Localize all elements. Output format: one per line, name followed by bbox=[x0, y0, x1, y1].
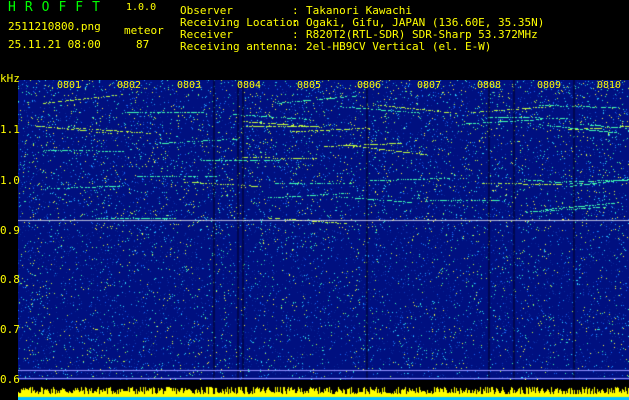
x-tick-label: 0801 bbox=[57, 80, 82, 91]
x-tick-label: 0809 bbox=[537, 80, 562, 91]
y-tick-label: 1.1 bbox=[0, 123, 20, 136]
meteor-label: meteor bbox=[124, 24, 164, 37]
y-axis-unit: kHz bbox=[0, 72, 20, 85]
y-tick-label: 0.7 bbox=[0, 323, 20, 336]
antenna-key: Receiving antenna bbox=[180, 40, 293, 53]
x-tick-label: 0806 bbox=[357, 80, 382, 91]
x-tick-label: 0802 bbox=[117, 80, 142, 91]
spectrogram bbox=[18, 80, 629, 380]
file-name: 2511210800.png bbox=[8, 20, 101, 33]
y-tick-label: 0.8 bbox=[0, 273, 20, 286]
spectrogram-canvas bbox=[18, 80, 629, 380]
x-tick-label: 0807 bbox=[417, 80, 442, 91]
colon: : bbox=[292, 40, 299, 53]
y-tick-label: 0.9 bbox=[0, 224, 20, 237]
y-tick-label: 0.6 bbox=[0, 373, 20, 386]
y-tick-label: 1.0 bbox=[0, 174, 20, 187]
meteor-count: 87 bbox=[136, 38, 150, 51]
x-tick-label: 0803 bbox=[177, 80, 202, 91]
app-title: HROFFT bbox=[8, 0, 109, 15]
x-tick-label: 0808 bbox=[477, 80, 502, 91]
app-version: 1.0.0 bbox=[126, 2, 157, 13]
meteor-counter-bar bbox=[18, 380, 629, 400]
x-tick-label: 0810 bbox=[597, 80, 622, 91]
x-tick-label: 0805 bbox=[297, 80, 322, 91]
x-tick-label: 0804 bbox=[237, 80, 262, 91]
date-time: 25.11.21 08:00 bbox=[8, 38, 101, 51]
antenna-value: 2el-HB9CV Vertical (el. E-W) bbox=[306, 40, 492, 53]
